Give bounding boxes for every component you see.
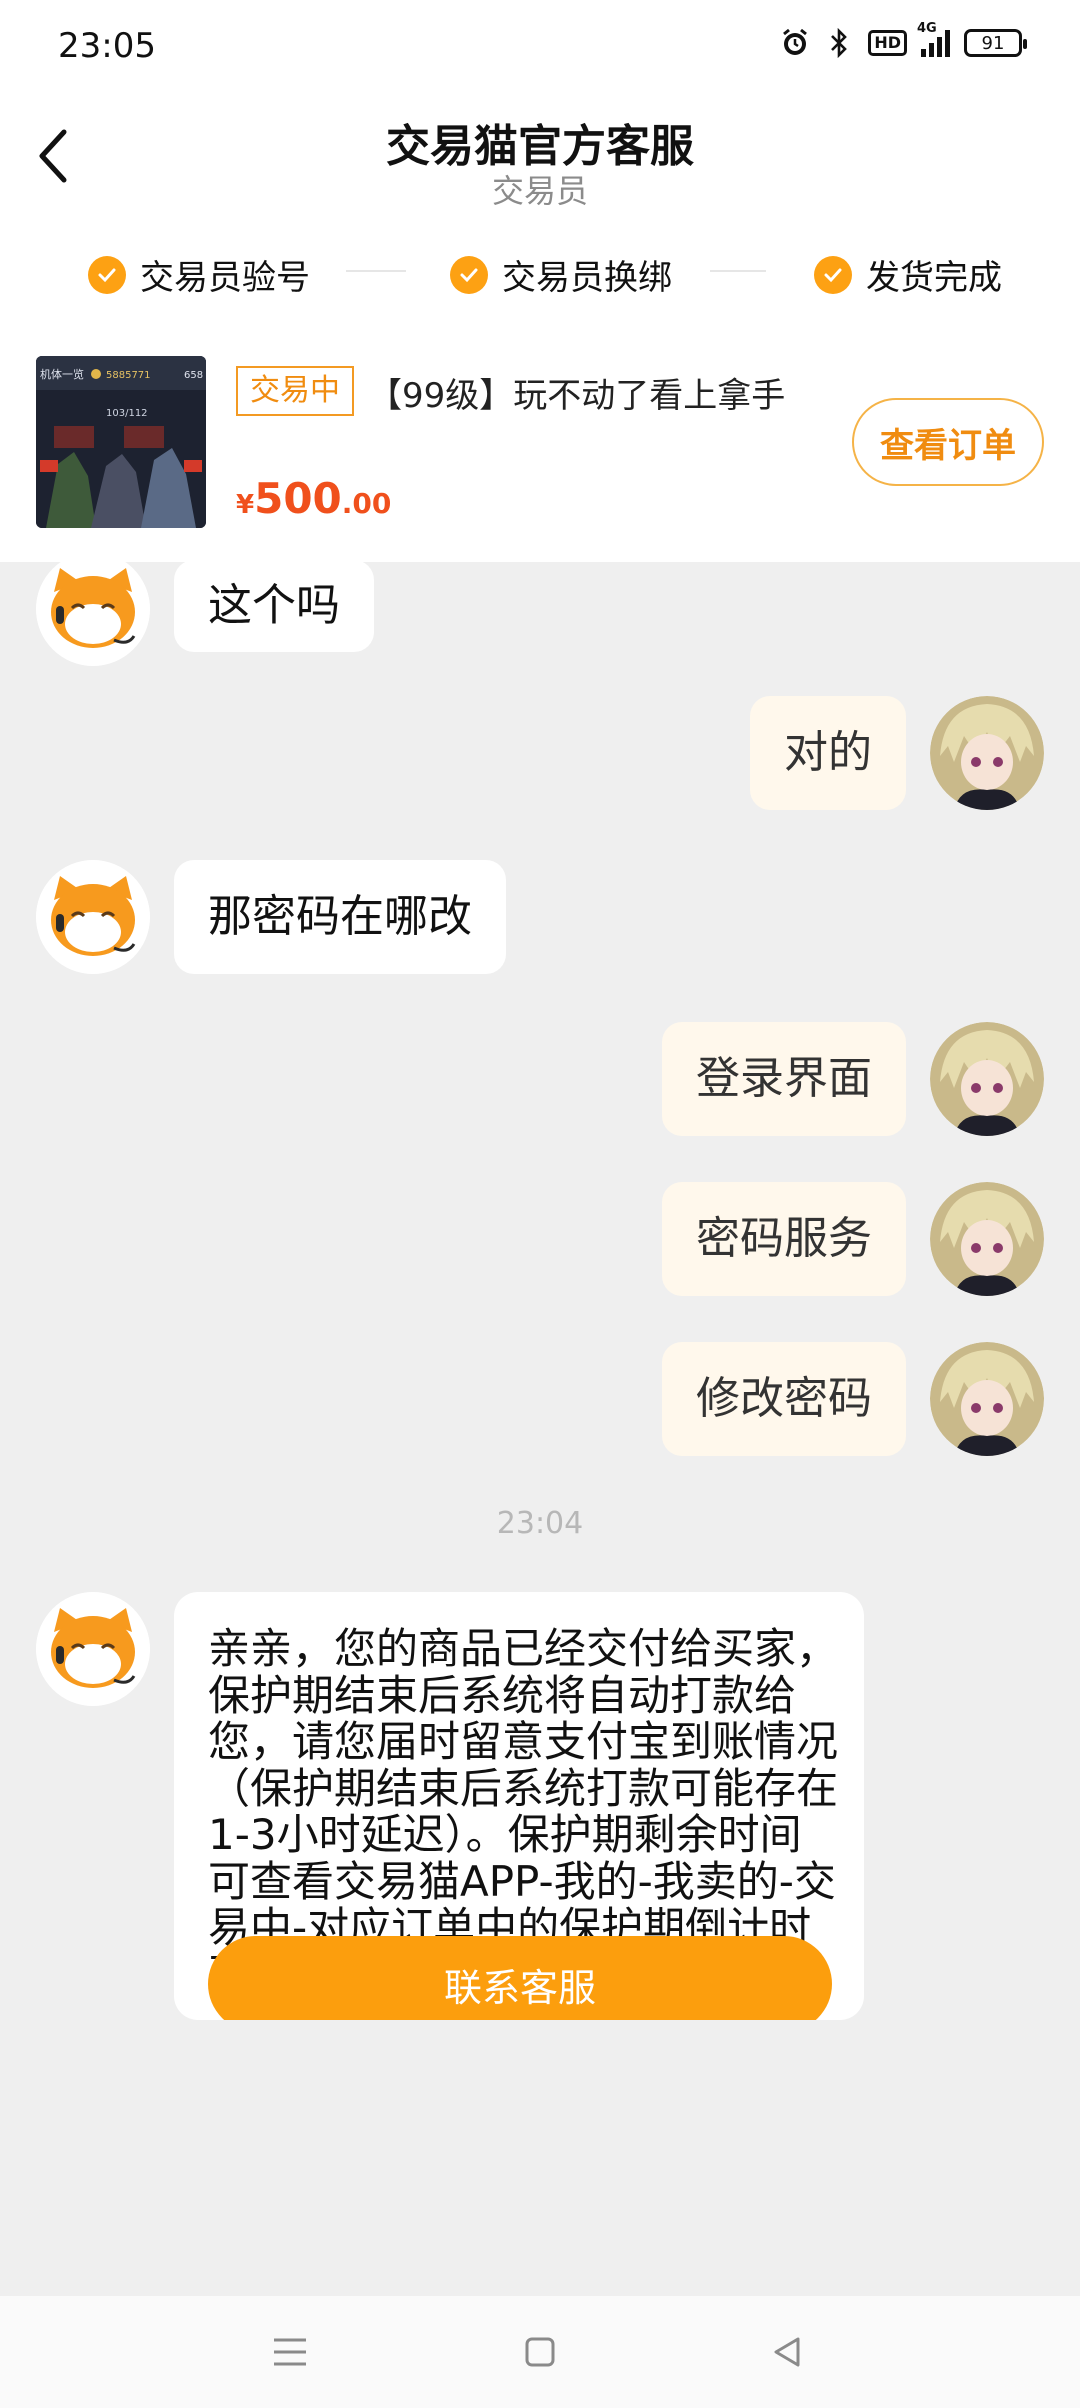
hd-icon: HD [868, 30, 907, 56]
service-avatar[interactable] [36, 1592, 150, 1706]
progress-steps: 交易员验号 交易员换绑 发货完成 [0, 216, 1080, 324]
page-subtitle: 交易员 [491, 172, 588, 210]
price-decimal: .00 [341, 487, 392, 520]
message-bubble: 这个吗 [174, 562, 374, 652]
step-label: 交易员验号 [140, 258, 310, 298]
check-icon [450, 255, 488, 294]
thumb-text-count: 5885771 [106, 370, 151, 381]
user-avatar[interactable] [930, 1342, 1044, 1456]
message-bubble: 修改密码 [662, 1342, 906, 1456]
page-title: 交易猫官方客服 [386, 121, 694, 172]
step-divider [346, 270, 406, 272]
service-avatar[interactable] [36, 562, 150, 666]
thumb-text-top: 机体一览 [40, 367, 84, 381]
view-order-button[interactable]: 查看订单 [852, 398, 1044, 486]
price-symbol: ¥ [236, 490, 255, 520]
bluetooth-icon [824, 28, 854, 58]
chat-area[interactable]: 这个吗 对的 那密码在哪改 登录界面 密码服务 修改密码 23:04 亲亲，您的… [0, 562, 1080, 2296]
chat-header: 交易猫官方客服 交易员 [0, 96, 1080, 216]
step-rebind: 交易员换绑 [450, 250, 672, 299]
service-avatar[interactable] [36, 860, 150, 974]
step-delivered: 发货完成 [814, 250, 1002, 299]
status-time: 23:05 [58, 26, 156, 66]
battery-level: 91 [981, 32, 1005, 54]
step-label: 发货完成 [866, 258, 1002, 298]
user-avatar[interactable] [930, 1182, 1044, 1296]
step-divider [710, 270, 766, 272]
price-integer: 500 [254, 474, 342, 523]
product-title: 【99级】玩不动了看上拿手 [368, 376, 786, 416]
user-avatar[interactable] [930, 696, 1044, 810]
product-price: ¥500.00 [236, 474, 391, 523]
menu-button[interactable] [266, 2328, 314, 2376]
product-thumbnail: 机体一览 5885771 658 103/112 [36, 356, 206, 528]
back-triangle-icon [774, 2337, 800, 2367]
back-nav-button[interactable] [762, 2328, 810, 2376]
signal-icon: 4G [917, 21, 950, 57]
battery-icon: 91 [964, 29, 1027, 57]
product-card[interactable]: 机体一览 5885771 658 103/112 交易中 【99级】玩不动了看上… [0, 324, 1080, 562]
message-bubble: 登录界面 [662, 1022, 906, 1136]
status-icons: HD 4G 91 [780, 21, 1027, 58]
message-bubble: 那密码在哪改 [174, 860, 506, 974]
network-type: 4G [917, 21, 937, 36]
thumb-text-corner: 658 [184, 370, 203, 381]
check-icon [814, 255, 852, 294]
check-icon [88, 255, 126, 294]
alarm-icon [780, 28, 810, 58]
home-icon [525, 2337, 555, 2367]
step-verify: 交易员验号 [88, 250, 310, 299]
status-bar: 23:05 HD 4G 91 [0, 0, 1080, 96]
thumb-text-sub: 103/112 [106, 408, 148, 419]
status-badge: 交易中 [236, 366, 354, 416]
home-button[interactable] [516, 2328, 564, 2376]
message-bubble: 密码服务 [662, 1182, 906, 1296]
user-avatar[interactable] [930, 1022, 1044, 1136]
menu-icon [274, 2338, 306, 2366]
system-nav-bar [0, 2296, 1080, 2408]
step-label: 交易员换绑 [502, 258, 672, 298]
message-bubble: 对的 [750, 696, 906, 810]
contact-service-button[interactable]: 联系客服 [208, 1936, 832, 2020]
service-message-card: 亲亲，您的商品已经交付给买家，保护期结束后系统将自动打款给您，请您届时留意支付宝… [174, 1592, 864, 2020]
message-timestamp: 23:04 [496, 1506, 584, 1541]
